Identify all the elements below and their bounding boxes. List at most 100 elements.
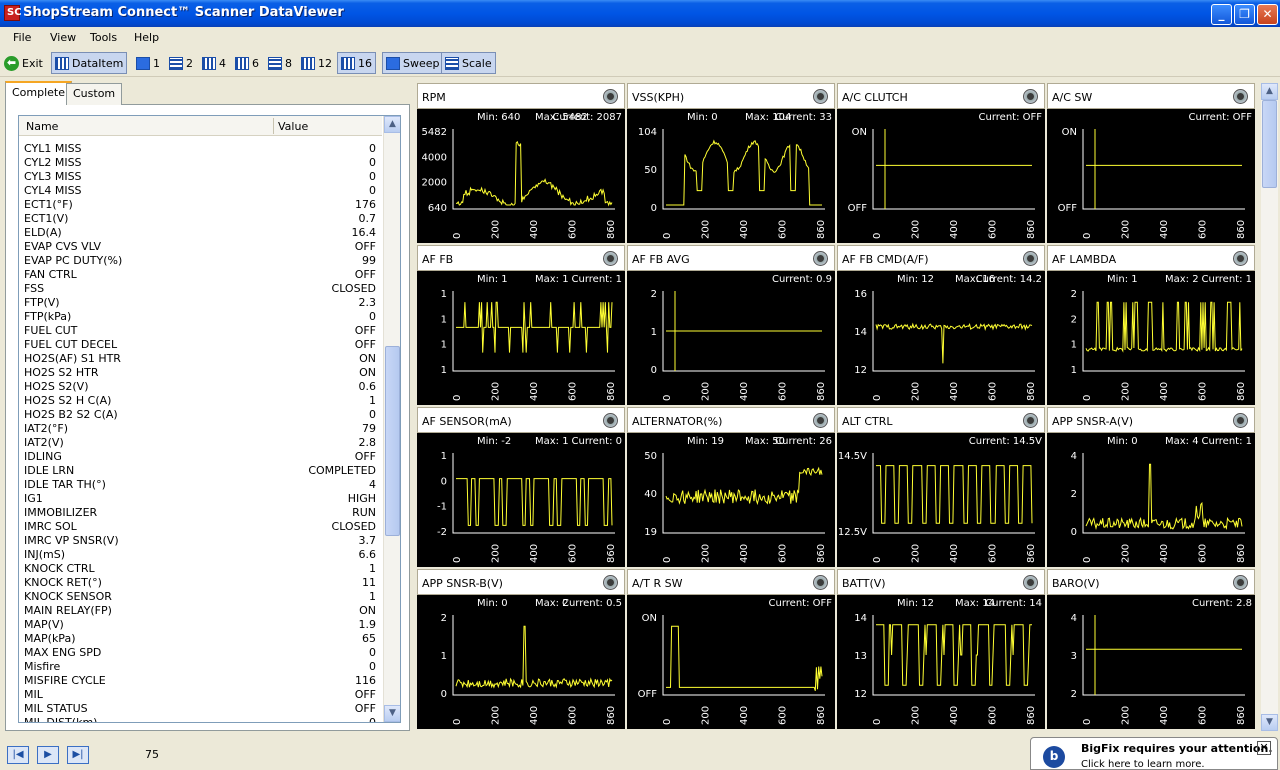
table-row[interactable]: ELD(A) 16.4 [19, 226, 382, 240]
layout-2-button[interactable]: 2 [166, 52, 196, 74]
chart-options-icon[interactable] [813, 251, 828, 266]
layout-6-button[interactable]: 6 [232, 52, 262, 74]
table-row[interactable]: CYL2 MISS 0 [19, 156, 382, 170]
chart-options-icon[interactable] [1023, 251, 1038, 266]
exit-button[interactable]: ⬅ Exit [1, 52, 46, 74]
chart-panel[interactable]: A/C SW Current: OFF ON OFF 0 200 400 600 860 [1047, 83, 1255, 243]
notification-link[interactable]: Click here to learn more. [1081, 759, 1205, 770]
chart-panel[interactable]: BARO(V) Current: 2.8 4 3 2 0 200 400 600 860 [1047, 569, 1255, 729]
chart-options-icon[interactable] [813, 575, 828, 590]
column-header-name[interactable]: Name [26, 120, 58, 133]
table-row[interactable]: MISFIRE CYCLE 116 [19, 674, 382, 688]
forward-icon[interactable]: ▶| [67, 746, 89, 764]
table-row[interactable]: KNOCK RET(°) 11 [19, 576, 382, 590]
tab-custom[interactable]: Custom [66, 83, 123, 105]
table-row[interactable]: MAP(kPa) 65 [19, 632, 382, 646]
chart-panel[interactable]: VSS(KPH) Min: 0 Max: 104 Current: 33 104 50 0 0… [627, 83, 835, 243]
table-row[interactable]: HO2S B2 S2 C(A) 0 [19, 408, 382, 422]
table-row[interactable]: IDLE TAR TH(°) 4 [19, 478, 382, 492]
table-row[interactable]: MIL OFF [19, 688, 382, 702]
chart-panel[interactable]: BATT(V) Min: 12 Max: 14 Current: 14 14 13 12 0 2… [837, 569, 1045, 729]
table-row[interactable]: KNOCK SENSOR 1 [19, 590, 382, 604]
layout-12-button[interactable]: 12 [298, 52, 335, 74]
layout-4-button[interactable]: 4 [199, 52, 229, 74]
chart-options-icon[interactable] [1233, 413, 1248, 428]
maximize-button[interactable]: ❐ [1234, 4, 1255, 25]
table-row[interactable]: HO2S S2 HTR ON [19, 366, 382, 380]
chart-options-icon[interactable] [813, 89, 828, 104]
column-header-value[interactable]: Value [278, 120, 308, 133]
menu-tools[interactable]: Tools [90, 31, 117, 44]
table-row[interactable]: EVAP PC DUTY(%) 99 [19, 254, 382, 268]
rewind-icon[interactable]: |◀ [7, 746, 29, 764]
table-row[interactable]: ECT1(V) 0.7 [19, 212, 382, 226]
column-separator[interactable] [273, 118, 274, 134]
layout-1-button[interactable]: 1 [133, 52, 163, 74]
chart-panel[interactable]: A/C CLUTCH Current: OFF ON OFF 0 200 400 600 860 [837, 83, 1045, 243]
table-row[interactable]: MAIN RELAY(FP) ON [19, 604, 382, 618]
chart-options-icon[interactable] [1233, 575, 1248, 590]
table-row[interactable]: IMRC VP SNSR(V) 3.7 [19, 534, 382, 548]
grid-scrollbar[interactable]: ▲ ▼ [383, 116, 400, 722]
table-row[interactable]: FSS CLOSED [19, 282, 382, 296]
chart-panel[interactable]: ALT CTRL Current: 14.5V 14.5V 12.5V 0 200 400 6… [837, 407, 1045, 567]
table-row[interactable]: IAT2(°F) 79 [19, 422, 382, 436]
table-row[interactable]: FUEL CUT DECEL OFF [19, 338, 382, 352]
scroll-thumb[interactable] [385, 346, 400, 536]
play-icon[interactable]: ▶ [37, 746, 59, 764]
table-row[interactable]: FTP(V) 2.3 [19, 296, 382, 310]
table-row[interactable]: MAP(V) 1.9 [19, 618, 382, 632]
table-row[interactable]: MIL STATUS OFF [19, 702, 382, 716]
table-row[interactable]: IDLING OFF [19, 450, 382, 464]
chart-panel[interactable]: ALTERNATOR(%) Min: 19 Max: 50 Current: 26 50… [627, 407, 835, 567]
chart-panel[interactable]: AF SENSOR(mA) Min: -2 Max: 1 Current: 0 1 0 -1… [417, 407, 625, 567]
table-row[interactable]: MAX ENG SPD 0 [19, 646, 382, 660]
dataitem-button[interactable]: DataItem [51, 52, 128, 74]
chart-panel[interactable]: AF FB Min: 1 Max: 1 Current: 1 1 1 1 1 0 200 400 60… [417, 245, 625, 405]
table-row[interactable]: IMRC SOL CLOSED [19, 520, 382, 534]
table-row[interactable]: FUEL CUT OFF [19, 324, 382, 338]
chart-panel[interactable]: APP SNSR-A(V) Min: 0 Max: 4 Current: 142002… [1047, 407, 1255, 567]
chart-scrollbar[interactable]: ▲ ▼ [1261, 83, 1278, 731]
chart-options-icon[interactable] [1233, 89, 1248, 104]
chart-panel[interactable]: AF FB AVG Current: 0.9 2 1 0 0 200 400 600 860 [627, 245, 835, 405]
menu-view[interactable]: View [50, 31, 76, 44]
table-row[interactable]: HO2S S2 H C(A) 1 [19, 394, 382, 408]
tab-complete[interactable]: Complete [5, 81, 73, 105]
chart-options-icon[interactable] [603, 251, 618, 266]
table-row[interactable]: INJ(mS) 6.6 [19, 548, 382, 562]
chart-options-icon[interactable] [813, 413, 828, 428]
table-row[interactable]: CYL1 MISS 0 [19, 142, 382, 156]
close-button[interactable]: ✕ [1257, 4, 1278, 25]
notification-close-icon[interactable]: ✕ [1257, 741, 1271, 755]
table-row[interactable]: HO2S S2(V) 0.6 [19, 380, 382, 394]
scroll-up-icon[interactable]: ▲ [384, 116, 400, 133]
chart-panel[interactable]: AF FB CMD(A/F) Min: 12 Max: 16 Current: 14.… [837, 245, 1045, 405]
menu-file[interactable]: File [13, 31, 31, 44]
chart-panel[interactable]: AF LAMBDA Min: 1 Max: 2 Current: 1 2 2 1 1 0 200 4… [1047, 245, 1255, 405]
table-row[interactable]: Misfire 0 [19, 660, 382, 674]
chart-scroll-thumb[interactable] [1262, 100, 1277, 188]
layout-8-button[interactable]: 8 [265, 52, 295, 74]
notification-popup[interactable]: b BigFix requires your attention. Click … [1030, 737, 1278, 770]
table-row[interactable]: HO2S(AF) S1 HTR ON [19, 352, 382, 366]
chart-options-icon[interactable] [603, 413, 618, 428]
table-row[interactable]: IDLE LRN COMPLETED [19, 464, 382, 478]
table-row[interactable]: CYL3 MISS 0 [19, 170, 382, 184]
chart-options-icon[interactable] [1023, 413, 1038, 428]
chart-scroll-up-icon[interactable]: ▲ [1261, 83, 1278, 100]
layout-16-button[interactable]: 16 [337, 52, 376, 74]
chart-options-icon[interactable] [1023, 575, 1038, 590]
table-row[interactable]: MIL DIST(km) 0 [19, 716, 382, 722]
table-row[interactable]: EVAP CVS VLV OFF [19, 240, 382, 254]
chart-panel[interactable]: RPM Min: 640 Max: 5482 Current: 2087 5482 400… [417, 83, 625, 243]
table-row[interactable]: ECT1(°F) 176 [19, 198, 382, 212]
table-row[interactable]: IMMOBILIZER RUN [19, 506, 382, 520]
table-row[interactable]: IG1 HIGH [19, 492, 382, 506]
table-row[interactable]: CYL4 MISS 0 [19, 184, 382, 198]
chart-options-icon[interactable] [603, 575, 618, 590]
table-row[interactable]: KNOCK CTRL 1 [19, 562, 382, 576]
table-row[interactable]: FTP(kPa) 0 [19, 310, 382, 324]
chart-panel[interactable]: APP SNSR-B(V) Min: 0 Max: 2 Current: 0.5 2 1 0… [417, 569, 625, 729]
chart-options-icon[interactable] [1233, 251, 1248, 266]
